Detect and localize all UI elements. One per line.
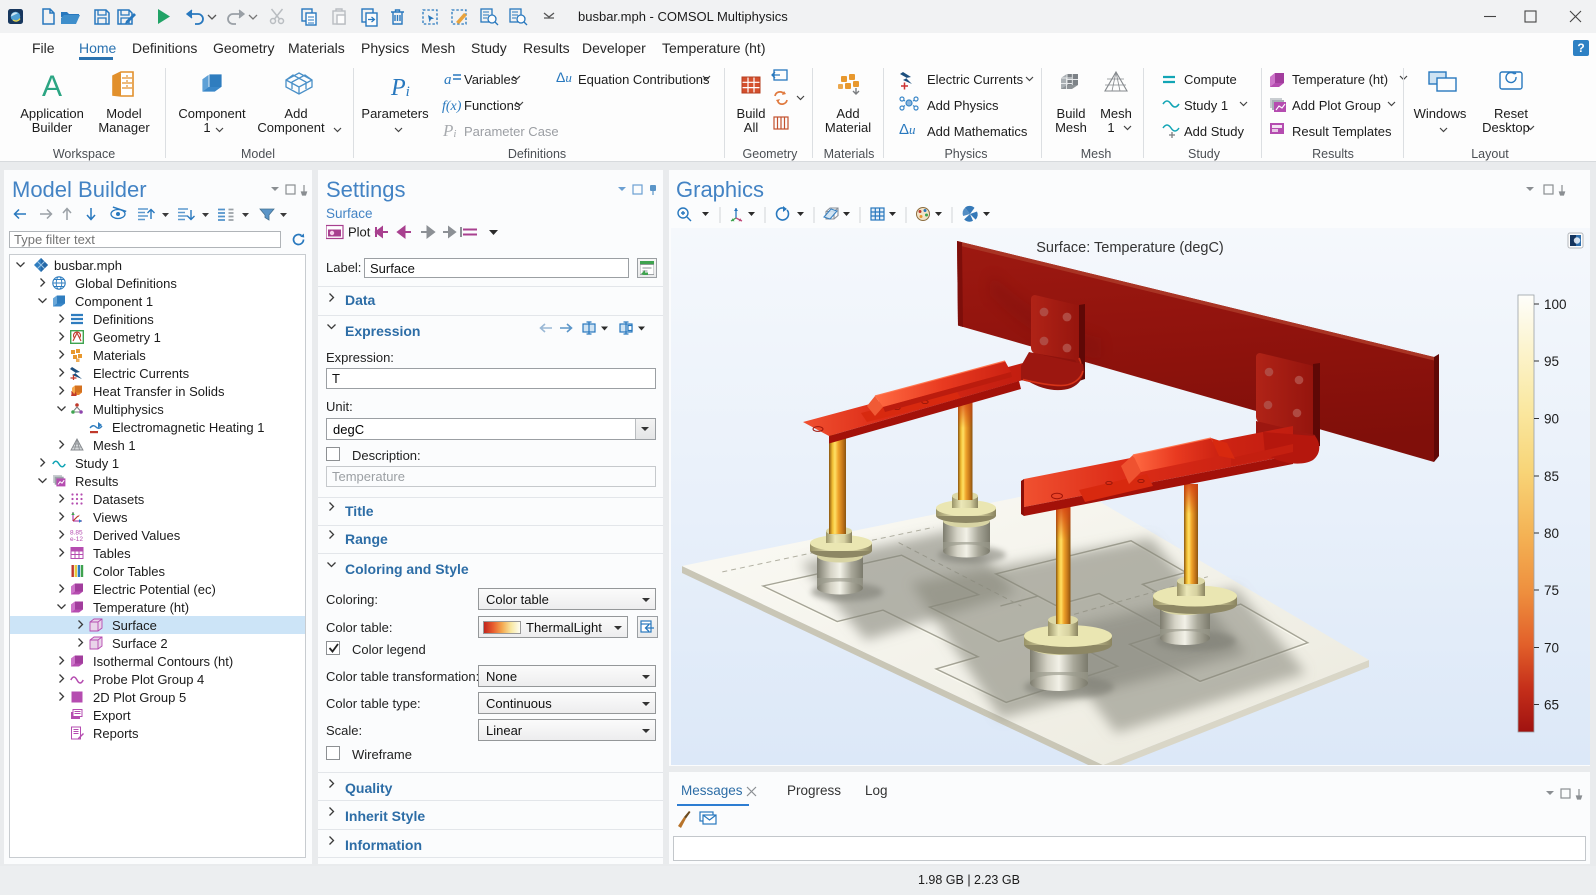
svg-text:Pi: Pi (390, 75, 410, 101)
svg-text:65: 65 (1544, 698, 1559, 713)
svg-text:95: 95 (1544, 354, 1559, 369)
svg-text:75: 75 (1544, 583, 1559, 598)
svg-text:busbar.mph - COMSOL Multiphysi: busbar.mph - COMSOL Multiphysics (578, 9, 788, 24)
svg-text:Pi: Pi (442, 121, 456, 140)
svg-text:90: 90 (1544, 412, 1559, 427)
svg-text:70: 70 (1544, 641, 1559, 656)
svg-text:A: A (42, 70, 62, 103)
svg-text:Δu: Δu (899, 121, 916, 138)
svg-text:Surface: Temperature (degC): Surface: Temperature (degC) (1036, 240, 1224, 256)
svg-text:a: a (444, 72, 452, 88)
svg-text:f(x): f(x) (442, 99, 462, 114)
svg-text:80: 80 (1544, 526, 1559, 541)
svg-text:Δu: Δu (556, 69, 572, 85)
svg-text:100: 100 (1544, 297, 1567, 312)
svg-text:85: 85 (1544, 469, 1559, 484)
svg-text:Plot: Plot (348, 225, 371, 240)
